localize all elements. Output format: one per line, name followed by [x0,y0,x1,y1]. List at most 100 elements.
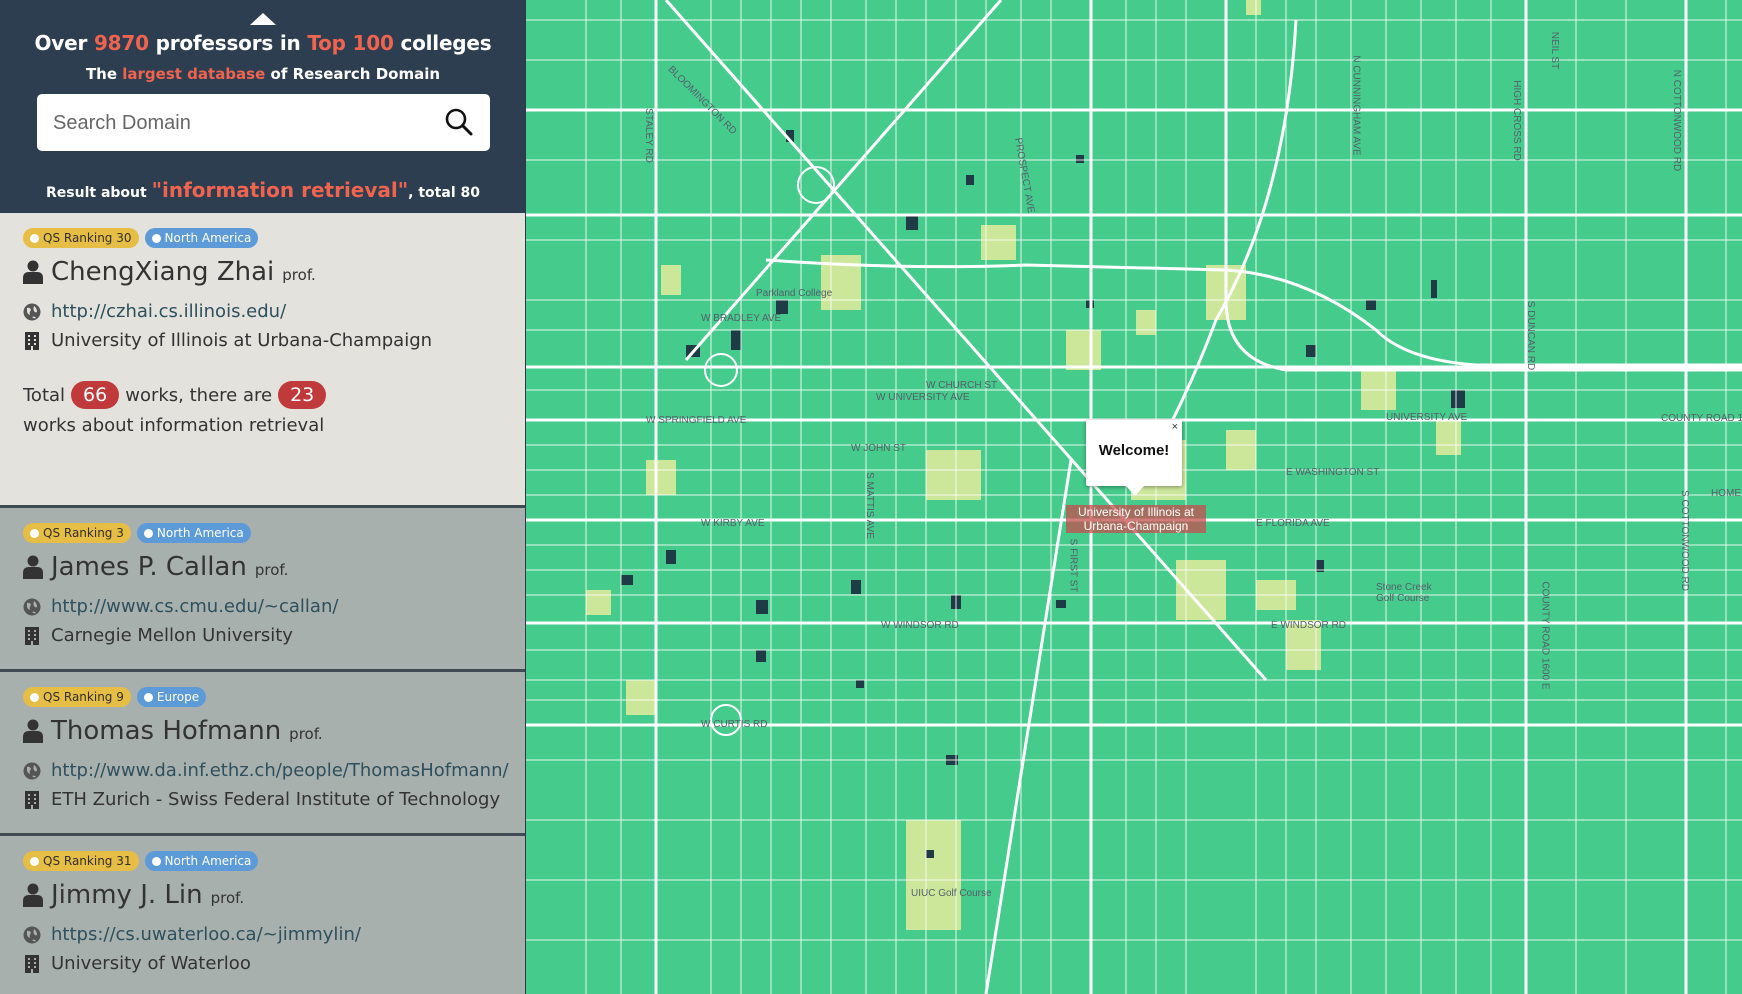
globe-icon [23,762,41,779]
works-post: works about information retrieval [23,415,325,436]
professor-card[interactable]: QS Ranking 31 North America Jimmy J. Lin… [0,833,525,994]
professor-name-row: ChengXiang Zhai prof. [23,257,316,287]
badge-dot-icon [30,528,39,538]
map-view[interactable]: BLOOMINGTON RD STALEY RD W BRADLEY AVE P… [526,0,1742,994]
qs-ranking-label: QS Ranking 3 [43,526,124,540]
map-street-label: E WINDSOR RD [1271,620,1346,631]
map-street-label: STALEY RD [642,108,654,163]
works-pre: Total [23,385,66,406]
professor-title: prof. [210,889,245,907]
map-canvas[interactable] [526,0,1742,994]
map-street-label: N CUNNINGHAM AVE [1350,55,1362,156]
subheadline-pre: The [85,65,118,83]
map-street-label: S FIRST ST [1067,538,1079,593]
homepage-link[interactable]: https://cs.uwaterloo.ca/~jimmylin/ [51,924,361,945]
region-badge: North America [144,228,259,248]
professor-card[interactable]: QS Ranking 9 Europe Thomas Hofmann prof.… [0,669,525,836]
map-street-label: S DUNCAN RD [1525,300,1537,371]
map-street-label: Parkland College [756,288,833,299]
university-marker-label[interactable]: University of Illinois at Urbana-Champai… [1066,505,1206,533]
badge-row: QS Ranking 30 North America [23,228,259,248]
headline-mid: professors in [155,31,301,55]
professor-name: ChengXiang Zhai [51,257,275,287]
badge-dot-icon [30,233,39,243]
map-street-label: W SPRINGFIELD AVE [646,415,747,426]
subheadline: The largest database of Research Domain [0,65,525,83]
institution-row: ETH Zurich - Swiss Federal Institute of … [23,789,500,810]
map-street-label: HIGH CROSS RD [1510,80,1522,161]
homepage-link[interactable]: http://www.cs.cmu.edu/~callan/ [51,596,338,617]
region-badge: North America [144,851,259,871]
professor-name: Jimmy J. Lin [51,880,203,910]
works-summary: Total 66 works, there are 23 works about in… [23,381,332,441]
map-street-label: HOME [1711,488,1741,499]
map-street-label: W CHURCH ST [926,380,998,391]
homepage-row: http://czhai.cs.illinois.edu/ [23,301,286,322]
region-label: North America [156,526,244,540]
result-pre: Result about [46,185,147,201]
badge-dot-icon [143,528,153,538]
homepage-row: https://cs.uwaterloo.ca/~jimmylin/ [23,924,361,945]
institution-row: Carnegie Mellon University [23,625,293,646]
globe-icon [23,926,41,943]
map-interchange [704,353,738,387]
qs-ranking-badge: QS Ranking 30 [23,228,139,248]
headline: Over 9870 professors in Top 100 colleges [0,31,525,55]
badge-dot-icon [151,233,161,243]
qs-ranking-badge: QS Ranking 9 [23,687,131,707]
building-icon [25,954,39,973]
badge-row: QS Ranking 31 North America [23,851,259,871]
globe-icon [23,303,41,320]
professor-count: 9870 [93,31,149,55]
headline-post: colleges [400,31,492,55]
subheadline-post: of Research Domain [270,65,441,83]
search-box [37,94,490,151]
person-icon [23,883,43,907]
person-icon [23,719,43,743]
map-street-label: W JOHN ST [851,443,906,454]
region-badge: North America [136,523,251,543]
map-street-label: N COTTONWOOD RD [1671,69,1683,172]
person-icon [23,555,43,579]
map-street-label: E WASHINGTON ST [1286,467,1380,478]
homepage-row: http://www.cs.cmu.edu/~callan/ [23,596,338,617]
result-total: , total 80 [408,185,480,201]
globe-icon [23,598,41,615]
building-icon [25,331,39,350]
search-input[interactable] [51,104,425,142]
qs-ranking-badge: QS Ranking 31 [23,851,139,871]
professor-name-row: James P. Callan prof. [23,552,288,582]
homepage-link[interactable]: http://www.da.inf.ethz.ch/people/ThomasH… [51,760,509,781]
professor-title: prof. [254,561,289,579]
domain-works-count: 23 [278,381,327,409]
qs-ranking-label: QS Ranking 30 [43,231,132,245]
map-street-label: NEIL ST [1549,31,1561,70]
map-street-label: W WINDSOR RD [881,620,959,631]
popup-close-button[interactable]: × [1172,421,1178,433]
sidebar: Over 9870 professors in Top 100 colleges… [0,0,526,994]
professor-name: Thomas Hofmann [51,716,282,746]
region-label: North America [164,854,252,868]
map-street-label: W KIRBY AVE [701,518,765,529]
professor-card[interactable]: QS Ranking 30 North America ChengXiang Z… [0,213,525,507]
map-street-label: UIUC Golf Course [911,888,992,899]
badge-row: QS Ranking 9 Europe [23,687,207,707]
homepage-row: http://www.da.inf.ethz.ch/people/ThomasH… [23,760,509,781]
institution-name: University of Waterloo [51,953,251,974]
subheadline-highlight: largest database [122,65,266,83]
region-label: Europe [156,690,200,704]
homepage-link[interactable]: http://czhai.cs.illinois.edu/ [51,301,286,322]
qs-ranking-label: QS Ranking 9 [43,690,124,704]
professor-name-row: Jimmy J. Lin prof. [23,880,244,910]
search-icon[interactable] [444,107,474,137]
building-icon [25,790,39,809]
person-icon [23,260,43,284]
professor-card[interactable]: QS Ranking 3 North America James P. Call… [0,505,525,672]
professor-name: James P. Callan [51,552,247,582]
map-street-label: W BRADLEY AVE [701,313,782,324]
popup-text: Welcome! [1098,442,1170,459]
badge-row: QS Ranking 3 North America [23,523,251,543]
result-summary: Result about "information retrieval", to… [0,178,525,202]
collapse-arrow-icon[interactable] [250,13,276,25]
professor-title: prof. [289,725,323,743]
